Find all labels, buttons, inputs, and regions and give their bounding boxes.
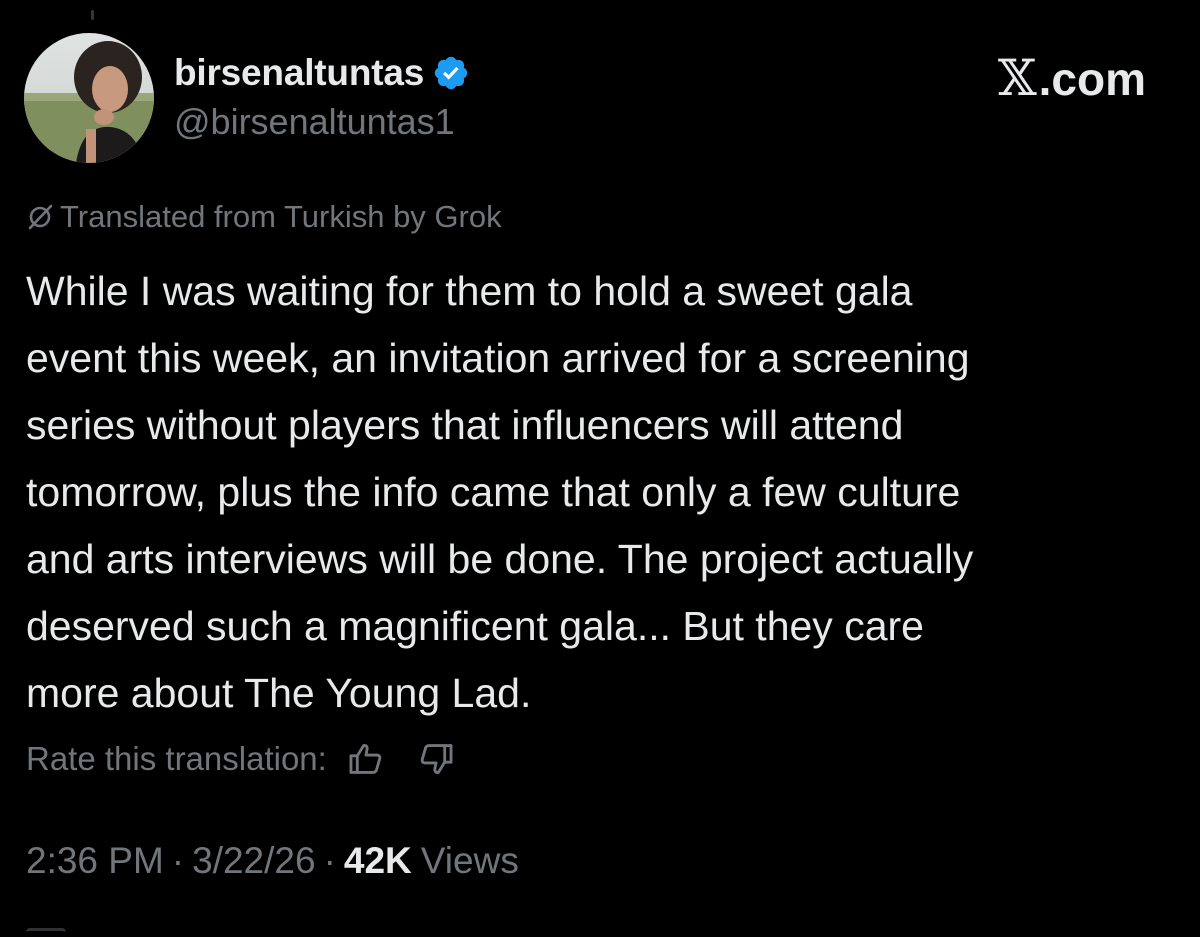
tweet-header: birsenaltuntas @birsenaltuntas1 𝕏 .com [24,33,1174,163]
views-count: 42K [343,840,412,881]
user-handle[interactable]: @birsenaltuntas1 [174,101,470,143]
tweet-card: birsenaltuntas @birsenaltuntas1 𝕏 .com T… [0,0,1200,935]
tweet-text: While I was waiting for them to hold a s… [26,268,974,716]
separator: · [171,840,185,881]
user-info: birsenaltuntas @birsenaltuntas1 [174,51,470,143]
thumbs-down-icon[interactable] [417,740,455,778]
avatar[interactable] [24,33,154,163]
tweet-meta: 2:36 PM · 3/22/26 · 42K Views [26,840,519,882]
translation-notice-text: Translated from Turkish by Grok [60,199,502,234]
x-logo-icon: 𝕏 [997,49,1037,107]
display-name[interactable]: birsenaltuntas [174,52,424,94]
site-logo-text: .com [1038,53,1146,105]
verified-badge-icon [432,54,470,92]
translation-notice: Translated from Turkish by Grok [26,199,502,235]
thread-line [91,10,94,20]
divider [26,928,66,937]
site-logo: 𝕏 .com [998,49,1146,107]
thumbs-up-icon[interactable] [347,740,385,778]
views-label: Views [420,840,519,881]
name-row: birsenaltuntas [174,51,470,95]
grok-icon [26,203,54,231]
tweet-time[interactable]: 2:36 PM [26,840,164,882]
separator: · [323,840,336,881]
rate-translation-label: Rate this translation: [26,740,327,777]
tweet-date[interactable]: 3/22/26 [192,840,315,882]
rate-translation: Rate this translation: [26,740,455,778]
